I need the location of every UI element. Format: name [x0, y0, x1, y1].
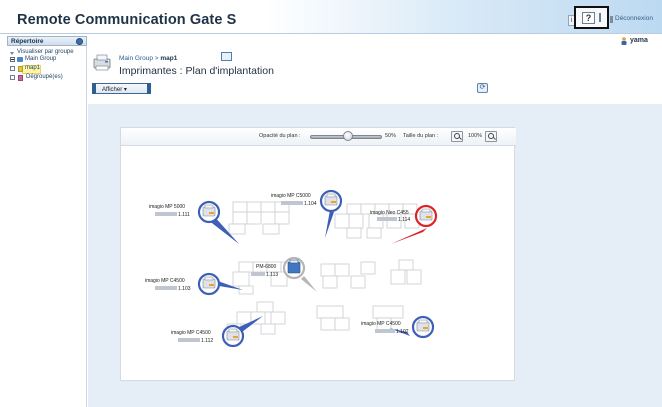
lens-handle	[493, 137, 496, 140]
breadcrumb-current: map1	[160, 55, 178, 62]
printer-marker[interactable]: imagio MP C4500 1.112	[171, 324, 245, 348]
divider	[599, 13, 601, 22]
zoom-in-button[interactable]	[485, 131, 497, 142]
map-info-button[interactable]	[221, 52, 232, 61]
button-cap-left	[92, 83, 96, 94]
printer-ip-label: 1.111	[178, 212, 190, 218]
sidebar-header: Répertoire	[7, 36, 87, 46]
user-row: yama	[0, 35, 662, 48]
breadcrumb: Main Group > map1	[119, 55, 177, 62]
header-bar: Remote Communication Gate S i ? Déconnex…	[0, 0, 662, 34]
checkbox-map1[interactable]	[10, 66, 15, 71]
printer-ip-label: 1.102	[396, 329, 409, 335]
tree-collapse-icon[interactable]	[10, 57, 15, 62]
printer-name-label: PM-6800	[256, 264, 277, 270]
page-title: Imprimantes : Plan d'implantation	[119, 65, 274, 77]
size-label: Taille du plan :	[403, 133, 439, 139]
breadcrumb-link-main-group[interactable]: Main Group	[119, 55, 153, 62]
refresh-icon: ⟳	[479, 84, 486, 91]
printer-ip-label: 1.103	[178, 286, 191, 292]
group-icon	[17, 57, 23, 62]
zoom-value: 100%	[468, 133, 483, 139]
collapse-icon[interactable]	[76, 38, 83, 45]
tree-item-map1[interactable]: map1	[25, 65, 40, 71]
lens-handle	[459, 137, 462, 140]
opacity-value: 50%	[385, 133, 397, 139]
map-work-area: Opacité du plan : 50% Taille du plan : 1…	[88, 104, 662, 407]
dropdown-arrow-icon	[10, 52, 14, 55]
user-icon	[621, 37, 627, 45]
logout-icon	[610, 16, 613, 23]
map-toolbar: Opacité du plan : 50% Taille du plan : 1…	[121, 128, 516, 146]
help-icon: ?	[582, 12, 595, 24]
checkbox-ungrouped[interactable]	[10, 75, 15, 80]
printer-name-label: imagio MP C4500	[361, 321, 401, 327]
map-icon	[18, 66, 23, 72]
tree-item-ungrouped[interactable]: Dégroupé(es)	[26, 74, 63, 80]
view-by-group-link[interactable]: Visualiser par groupe	[17, 49, 74, 55]
printer-ip-label: 1.114	[398, 217, 410, 223]
main-content: Main Group > map1 Imprimantes : Plan d'i…	[88, 48, 662, 407]
printer-name-label: imagio MP C4500	[171, 330, 211, 336]
printer-group-icon	[93, 54, 111, 71]
printer-name-label: imagio Neo C455	[370, 210, 409, 216]
logout-link[interactable]: Déconnexion	[615, 15, 653, 22]
sidebar-title: Répertoire	[11, 38, 44, 45]
floor-plan: imagio MP 5000 1.111 imagio MP C5000 1.1…	[145, 189, 438, 348]
refresh-button[interactable]: ⟳	[477, 83, 488, 93]
display-button-label: Afficher ▾	[102, 86, 127, 93]
ungrouped-icon	[18, 75, 23, 81]
printer-name-label: imagio MP 5000	[149, 204, 185, 210]
sidebar: Répertoire Visualiser par groupe Main Gr…	[7, 36, 87, 407]
floor-map-panel: Opacité du plan : 50% Taille du plan : 1…	[120, 127, 516, 381]
tree-item-main-group[interactable]: Main Group	[25, 56, 56, 62]
opacity-slider-thumb[interactable]	[343, 131, 353, 141]
printer-marker[interactable]: imagio MP C4500 1.103	[145, 272, 221, 296]
button-cap-right	[147, 83, 151, 94]
opacity-label: Opacité du plan :	[259, 133, 301, 139]
printer-ip-label: 1.104	[304, 201, 317, 207]
display-button[interactable]: Afficher ▾	[92, 83, 151, 94]
printer-ip-label: 1.113	[266, 272, 278, 278]
printer-name-label: imagio MP C4500	[145, 278, 185, 284]
printer-name-label: imagio MP C5000	[271, 193, 311, 199]
app-title: Remote Communication Gate S	[17, 12, 237, 28]
user-name: yama	[630, 37, 648, 44]
printer-ip-label: 1.112	[201, 338, 213, 344]
zoom-out-button[interactable]	[451, 131, 463, 142]
printer-marker[interactable]: imagio MP 5000 1.111	[149, 200, 221, 224]
help-button[interactable]: ?	[574, 6, 609, 29]
printer-marker[interactable]: imagio MP C4500 1.102	[361, 315, 435, 339]
